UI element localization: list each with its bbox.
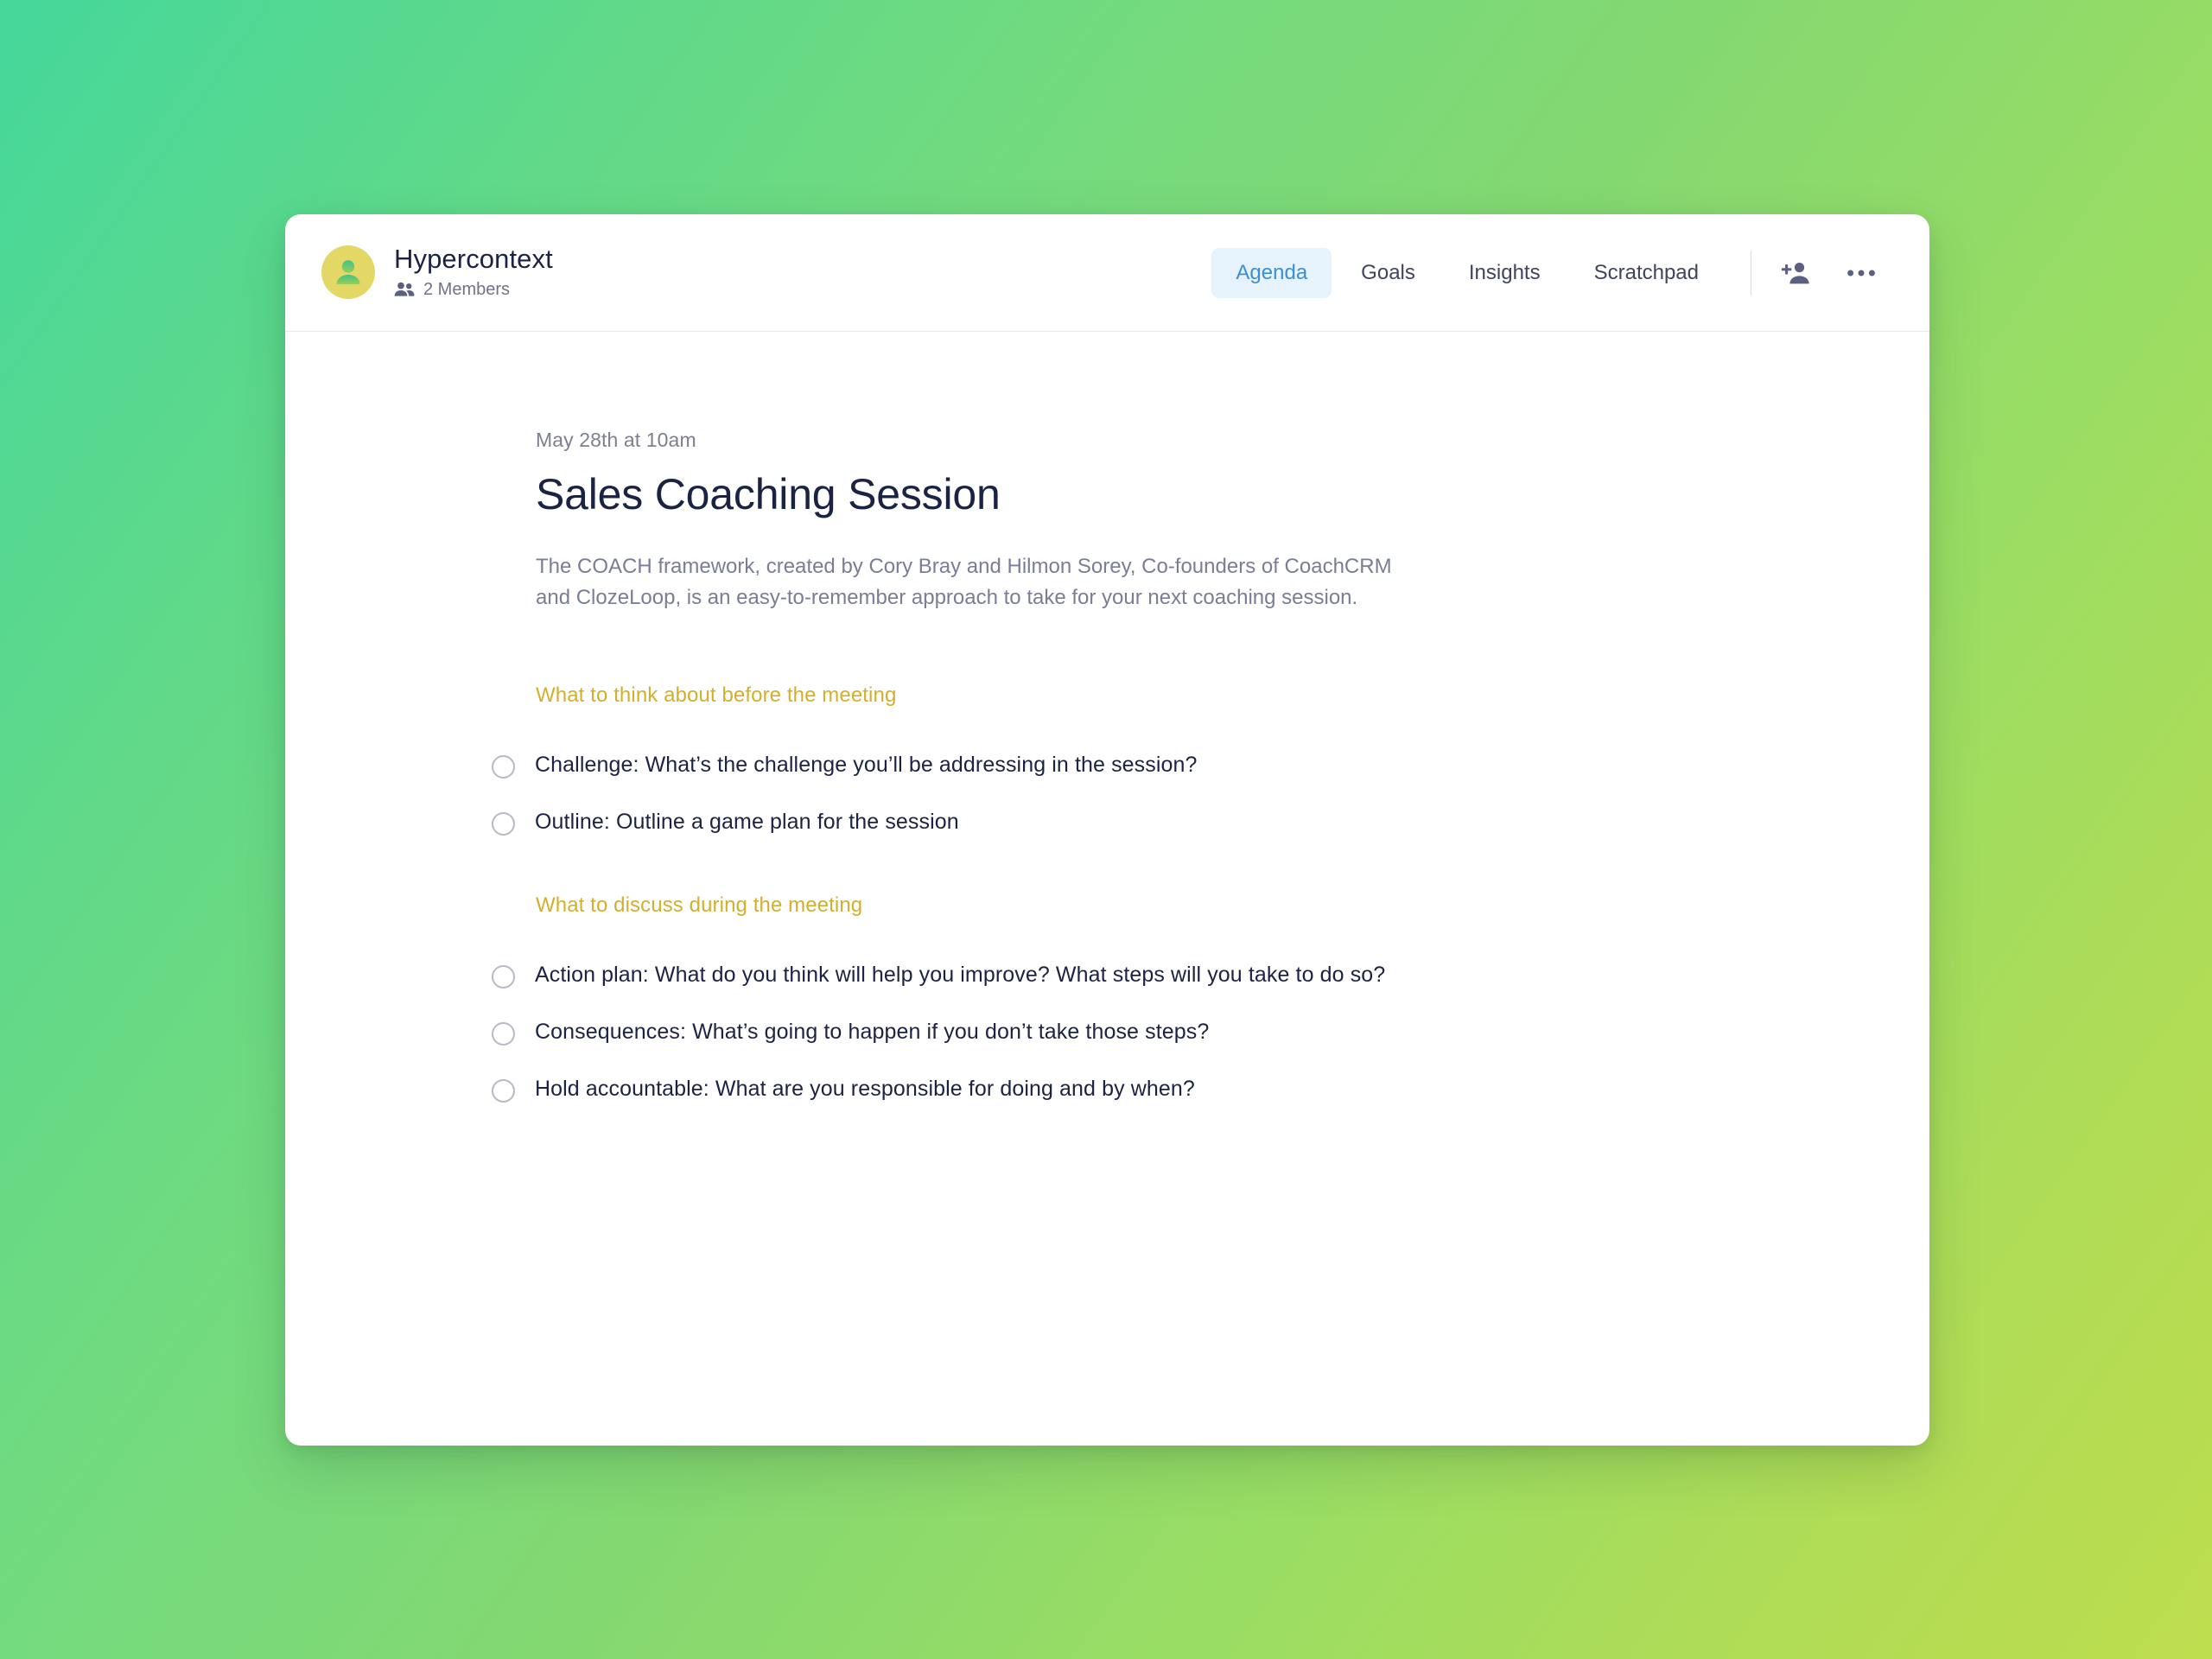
workspace-brand[interactable]: Hypercontext 2 Members xyxy=(321,245,553,300)
item-checkbox[interactable] xyxy=(492,1022,515,1046)
list-item-label: Hold accountable: What are you responsib… xyxy=(535,1076,1195,1101)
list-item-label: Consequences: What’s going to happen if … xyxy=(535,1020,1210,1045)
members-count-label: 2 Members xyxy=(423,279,511,299)
user-avatar-icon[interactable] xyxy=(321,245,375,300)
tab-scratchpad[interactable]: Scratchpad xyxy=(1570,248,1723,298)
tab-insights[interactable]: Insights xyxy=(1445,248,1565,298)
list-item-label: Outline: Outline a game plan for the ses… xyxy=(535,809,959,834)
people-group-icon xyxy=(394,281,415,298)
list-item[interactable]: Hold accountable: What are you responsib… xyxy=(492,1061,1503,1118)
header-actions xyxy=(1777,257,1879,289)
list-item[interactable]: Outline: Outline a game plan for the ses… xyxy=(492,794,1503,851)
section-heading: What to discuss during the meeting xyxy=(536,893,863,918)
brand-text: Hypercontext 2 Members xyxy=(394,245,553,300)
list-item-label: Action plan: What do you think will help… xyxy=(535,963,1386,988)
meeting-content: May 28th at 10am Sales Coaching Session … xyxy=(492,429,1503,1118)
list-item-label: Challenge: What’s the challenge you’ll b… xyxy=(535,752,1198,777)
meeting-description: The COACH framework, created by Cory Bra… xyxy=(536,555,1392,610)
app-header: Hypercontext 2 Members Agenda Goals Insi… xyxy=(285,214,1929,332)
item-checkbox[interactable] xyxy=(492,811,515,836)
list-item[interactable]: Challenge: What’s the challenge you’ll b… xyxy=(492,737,1503,794)
meeting-date: May 28th at 10am xyxy=(536,429,696,451)
app-body: May 28th at 10am Sales Coaching Session … xyxy=(285,332,1929,1446)
tab-goals[interactable]: Goals xyxy=(1337,248,1440,298)
item-checkbox[interactable] xyxy=(492,1078,515,1103)
more-options-button[interactable] xyxy=(1843,265,1879,281)
item-checkbox[interactable] xyxy=(492,754,515,779)
main-navigation-tabs: Agenda Goals Insights Scratchpad xyxy=(1211,247,1723,298)
section-heading: What to think about before the meeting xyxy=(536,683,897,707)
add-member-button[interactable] xyxy=(1777,257,1814,289)
tab-agenda[interactable]: Agenda xyxy=(1211,247,1332,298)
workspace-title: Hypercontext xyxy=(394,244,553,275)
agenda-section: What to discuss during the meeting Actio… xyxy=(492,893,1503,1117)
agenda-item-list: Action plan: What do you think will help… xyxy=(492,947,1503,1117)
list-item[interactable]: Action plan: What do you think will help… xyxy=(492,947,1503,1004)
agenda-item-list: Challenge: What’s the challenge you’ll b… xyxy=(492,737,1503,851)
members-info[interactable]: 2 Members xyxy=(394,280,553,300)
agenda-section: What to think about before the meeting C… xyxy=(492,683,1503,851)
item-checkbox[interactable] xyxy=(492,965,515,989)
page-title: Sales Coaching Session xyxy=(536,470,1001,518)
app-window: Hypercontext 2 Members Agenda Goals Insi… xyxy=(285,214,1929,1446)
list-item[interactable]: Consequences: What’s going to happen if … xyxy=(492,1004,1503,1061)
